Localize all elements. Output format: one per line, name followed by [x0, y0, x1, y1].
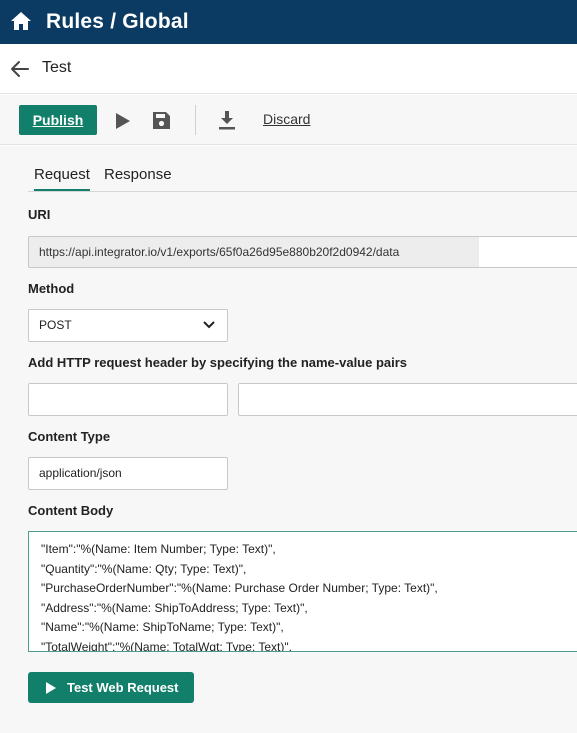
home-icon[interactable] — [10, 11, 32, 31]
content-body-line: "Address":"%(Name: ShipToAddress; Type: … — [41, 600, 308, 615]
content-body-textarea[interactable]: "Item":"%(Name: Item Number; Type: Text)… — [28, 531, 577, 652]
toolbar-divider — [195, 105, 196, 135]
content-body-line: "Quantity":"%(Name: Qty; Type: Text)", — [41, 561, 247, 576]
chevron-down-icon — [203, 321, 215, 329]
test-web-request-button[interactable]: Test Web Request — [28, 672, 194, 703]
sub-header: Test — [0, 44, 577, 94]
page-title: Test — [42, 59, 72, 76]
publish-button[interactable]: Publish — [19, 105, 97, 135]
tab-request[interactable]: Request — [34, 166, 90, 191]
toolbar: Publish Discard — [0, 95, 577, 145]
breadcrumb-separator: / — [110, 10, 117, 33]
discard-link[interactable]: Discard — [263, 111, 310, 127]
breadcrumb-page: Global — [122, 10, 189, 33]
method-label: Method — [28, 281, 75, 296]
content-body-line: "Name":"%(Name: ShipToName; Type: Text)"… — [41, 620, 284, 634]
content-body-label: Content Body — [28, 503, 114, 518]
uri-label: URI — [28, 207, 51, 222]
content-type-label: Content Type — [28, 429, 111, 444]
content-body-line: "PurchaseOrderNumber":"%(Name: Purchase … — [41, 581, 438, 595]
download-icon[interactable] — [218, 110, 236, 130]
back-arrow-icon[interactable] — [10, 60, 30, 78]
tab-response[interactable]: Response — [104, 166, 172, 183]
uri-suffix-field[interactable] — [479, 236, 577, 268]
top-bar: Rules / Global — [0, 0, 577, 44]
content-body-line: "Item":"%(Name: Item Number; Type: Text)… — [41, 542, 276, 556]
breadcrumb: Rules / Global — [46, 10, 189, 34]
content-type-input[interactable]: application/json — [28, 457, 228, 490]
uri-field[interactable]: https://api.integrator.io/v1/exports/65f… — [28, 236, 480, 268]
save-icon[interactable] — [152, 111, 171, 130]
content-body-line: "TotalWeight":"%(Name: TotalWgt; Type: T… — [41, 639, 292, 652]
method-selected-value: POST — [39, 318, 72, 332]
method-select[interactable]: POST — [28, 309, 228, 342]
play-icon — [46, 681, 56, 694]
header-value-input[interactable] — [238, 383, 577, 416]
headers-label: Add HTTP request header by specifying th… — [28, 355, 408, 370]
test-web-request-label: Test Web Request — [67, 680, 179, 695]
play-icon[interactable] — [115, 112, 131, 130]
breadcrumb-section[interactable]: Rules — [46, 10, 104, 33]
tab-bar: Request Response — [28, 162, 577, 192]
header-name-input[interactable] — [28, 383, 228, 416]
